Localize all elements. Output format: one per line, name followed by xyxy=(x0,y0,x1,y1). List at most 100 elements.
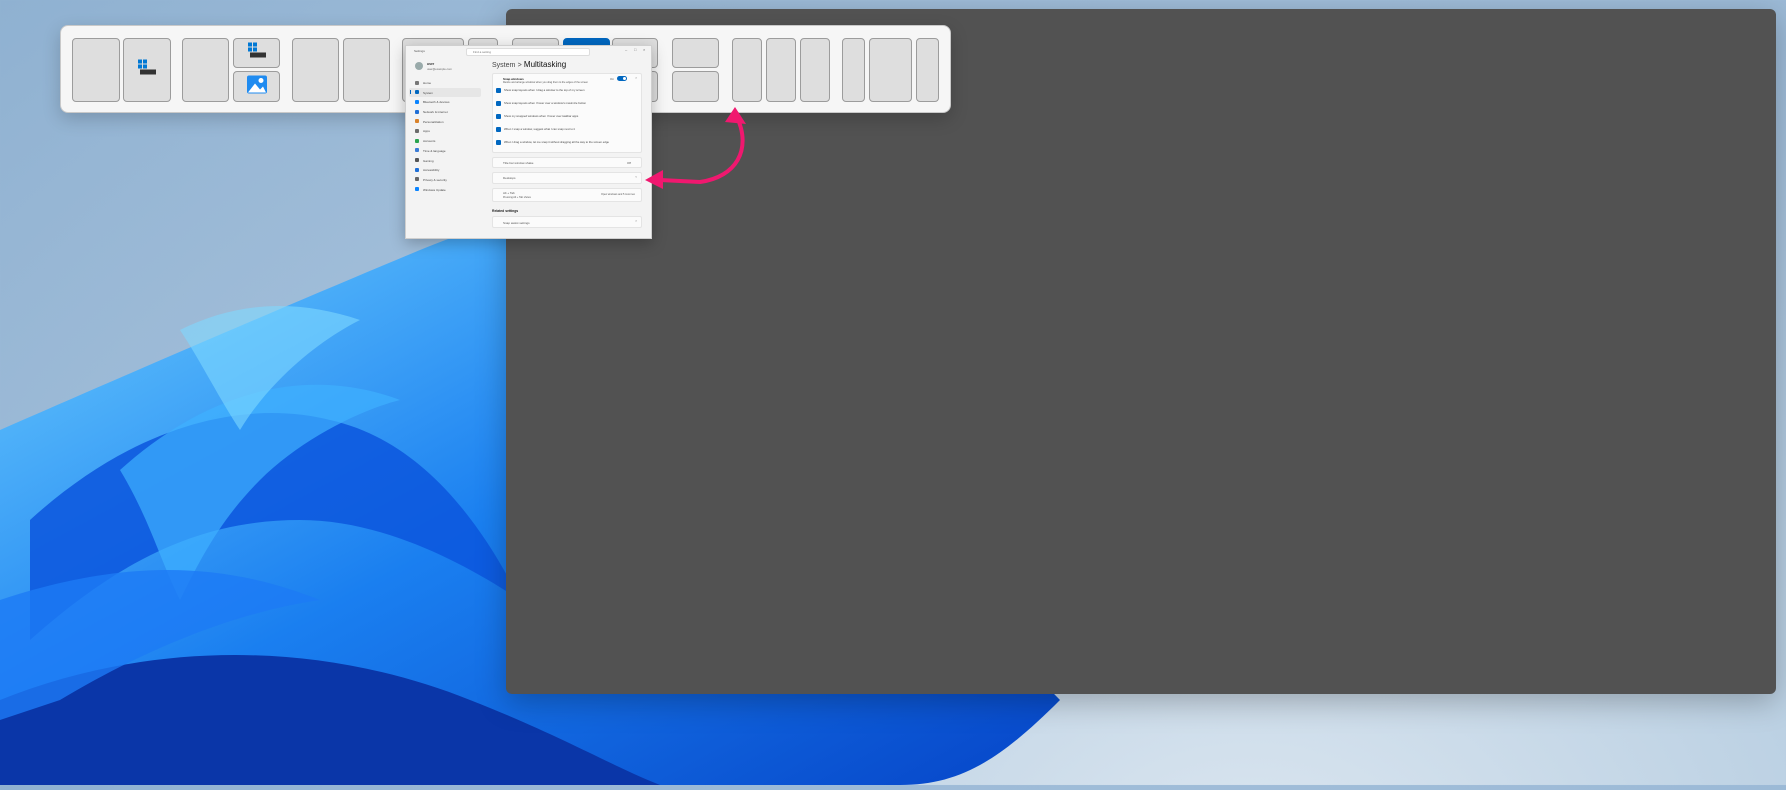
desktops-card[interactable]: Desktops ˅ xyxy=(492,172,642,184)
sidebar-item-label: Accounts xyxy=(423,139,436,144)
settings-window[interactable]: Settings Find a setting – □ × user user@… xyxy=(405,45,652,239)
sidebar-item-label: Apps xyxy=(423,129,430,134)
snap-option-row[interactable]: Show my snapped windows when I hover ove… xyxy=(496,112,636,122)
alt-tab-value: Open windows and 5 most recent tabs xyxy=(601,193,635,196)
title-bar: Settings Find a setting – □ × xyxy=(406,46,651,56)
sidebar-item[interactable]: Apps xyxy=(409,126,481,136)
title-shake-card[interactable]: Title bar window shake Off xyxy=(492,157,642,168)
sidebar-item[interactable]: Gaming xyxy=(409,156,481,166)
close-icon[interactable]: × xyxy=(643,48,647,52)
sidebar-item-label: Time & language xyxy=(423,148,446,153)
checkbox-checked-icon[interactable] xyxy=(496,88,501,93)
title-shake-value: Off xyxy=(627,161,631,165)
chevron-up-icon: ˄ xyxy=(635,219,637,223)
snap-zone-stack-bottom[interactable] xyxy=(233,71,280,102)
sidebar-item[interactable]: Accessibility xyxy=(409,165,481,175)
globe-icon xyxy=(415,148,419,153)
snap-zone-half-right[interactable] xyxy=(123,38,171,102)
snap-zone-nwn-mid[interactable] xyxy=(869,38,912,102)
sidebar-item-label: Gaming xyxy=(423,158,434,163)
checkbox-checked-icon[interactable] xyxy=(496,114,501,119)
snap-zone-half-left[interactable] xyxy=(72,38,120,102)
snap-zone-nwn-left[interactable] xyxy=(842,38,865,102)
sidebar-item[interactable]: System xyxy=(409,87,481,98)
snap-option-label: When I drag a window, let me snap it wit… xyxy=(504,140,609,144)
snap-zone-equal-left[interactable] xyxy=(292,38,339,102)
snap-zone-three-right[interactable] xyxy=(800,38,830,102)
sidebar-item-label: Home xyxy=(423,81,432,85)
snap-zone-equal-right[interactable] xyxy=(343,38,390,102)
snap-option-row[interactable]: Show snap layouts when I hover over a wi… xyxy=(496,99,636,109)
sidebar-item[interactable]: Privacy & security xyxy=(409,175,481,185)
search-placeholder: Find a setting xyxy=(473,50,492,54)
snap-option-label: Show my snapped windows when I hover ove… xyxy=(504,114,579,118)
alt-tab-card[interactable]: Alt + Tab Pressing Alt + Tab shows Open … xyxy=(492,188,642,202)
shield-icon xyxy=(415,177,419,182)
settings-main: System > Multitasking Snap windows Resiz… xyxy=(486,58,648,238)
windows-logo-icon xyxy=(138,59,156,81)
home-icon xyxy=(415,80,419,85)
snap-zone-main-left[interactable] xyxy=(182,38,229,102)
apps-icon xyxy=(415,128,419,133)
snap-option-row[interactable]: When I drag a window, let me snap it wit… xyxy=(496,138,636,148)
page-title: Multitasking xyxy=(523,60,567,69)
snap-zone-three-mid[interactable] xyxy=(766,38,796,102)
checkbox-checked-icon[interactable] xyxy=(496,127,501,132)
gamepad-icon xyxy=(415,158,419,162)
sidebar-item-label: Privacy & security xyxy=(423,177,447,182)
checkbox-checked-icon[interactable] xyxy=(496,140,501,145)
snap-zone-stack-top[interactable] xyxy=(233,38,280,68)
snap-zone-nwn-right[interactable] xyxy=(916,38,939,102)
user-profile[interactable]: user user@example.com xyxy=(409,58,481,78)
related-settings-heading: Related settings xyxy=(492,209,519,213)
sidebar-item[interactable]: Accounts xyxy=(409,136,481,146)
sidebar-item[interactable]: Time & language xyxy=(409,146,481,156)
snap-zone-quad-bottom-far[interactable] xyxy=(672,71,719,102)
sidebar-item-label: Windows Update xyxy=(423,187,446,192)
checkbox-checked-icon[interactable] xyxy=(496,101,501,106)
sidebar-item[interactable]: Personalization xyxy=(409,117,481,127)
desktops-label: Desktops xyxy=(503,176,516,180)
snap-option-label: Show snap layouts when I drag a window t… xyxy=(504,88,585,92)
maximize-icon[interactable]: □ xyxy=(634,48,638,52)
snap-windows-desc: Resize and arrange windows when you drag… xyxy=(503,81,589,84)
monitor-icon xyxy=(415,90,419,95)
snap-option-label: Show snap layouts when I hover over a wi… xyxy=(504,101,586,105)
chevron-up-icon[interactable]: ˄ xyxy=(635,76,637,80)
title-shake-label: Title bar window shake xyxy=(503,161,534,165)
wifi-icon xyxy=(415,109,419,114)
sidebar-item-label: System xyxy=(423,90,434,95)
brush-icon xyxy=(415,119,419,124)
photos-app-icon xyxy=(246,75,267,98)
sidebar-item-label: Accessibility xyxy=(423,168,440,173)
sidebar-item[interactable]: Windows Update xyxy=(409,185,481,195)
sidebar-item[interactable]: Bluetooth & devices xyxy=(409,97,481,107)
snap-option-row[interactable]: Show snap layouts when I drag a window t… xyxy=(496,86,636,96)
sidebar-item[interactable]: Home xyxy=(409,78,481,88)
user-email: user@example.com xyxy=(427,67,452,71)
alt-tab-desc: Pressing Alt + Tab shows xyxy=(503,196,531,199)
snap-option-row[interactable]: When I snap a window, suggest what I can… xyxy=(496,125,636,135)
sidebar-item-label: Network & internet xyxy=(423,110,448,115)
breadcrumb-separator: > xyxy=(517,62,522,69)
chevron-down-icon: ˅ xyxy=(635,175,637,179)
search-box[interactable]: Find a setting xyxy=(466,48,590,56)
sidebar-item[interactable]: Network & internet xyxy=(409,107,481,117)
window-title: Settings xyxy=(414,49,425,53)
bluetooth-icon xyxy=(415,99,419,104)
avatar xyxy=(415,62,423,70)
accessibility-icon xyxy=(415,167,419,172)
windows-logo-icon xyxy=(247,42,266,64)
snap-windows-toggle[interactable] xyxy=(617,76,627,81)
sidebar-item-label: Personalization xyxy=(423,119,444,124)
minimize-icon[interactable]: – xyxy=(625,48,629,52)
breadcrumb-parent[interactable]: System xyxy=(492,62,515,69)
person-icon xyxy=(415,138,419,143)
nav-list: Home System Bluetooth & devices Network & i… xyxy=(409,78,481,194)
snap-windows-state: On xyxy=(609,77,614,81)
snap-option-label: When I snap a window, suggest what I can… xyxy=(504,127,576,131)
snap-zone-quad-top-far[interactable] xyxy=(672,38,719,68)
related-settings-card[interactable]: Snap assist settings ˄ xyxy=(492,216,642,228)
snap-zone-three-left[interactable] xyxy=(732,38,762,102)
update-icon xyxy=(415,187,419,192)
